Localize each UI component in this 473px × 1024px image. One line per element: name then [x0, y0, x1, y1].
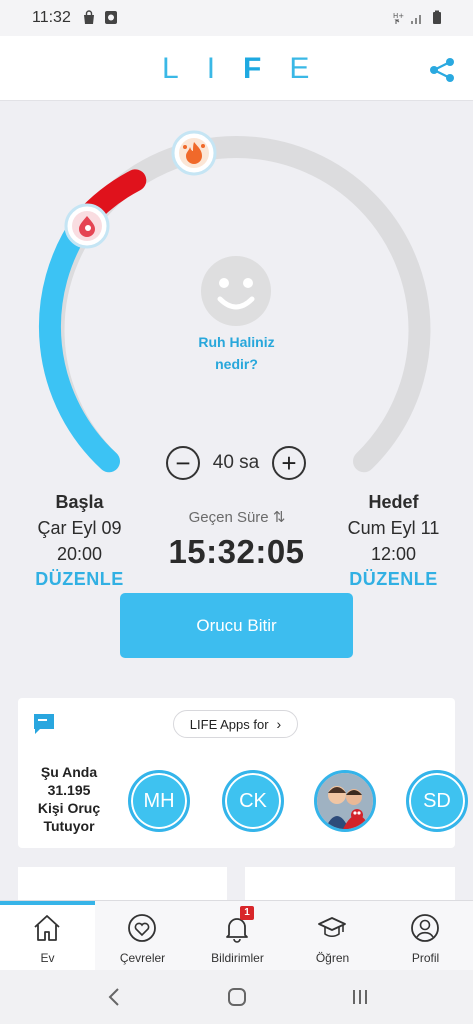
logo-letter-i: I	[206, 52, 244, 85]
elapsed-label-text: Geçen Süre	[188, 509, 269, 526]
mood-prompt-link[interactable]: Ruh Haliniz nedir?	[170, 331, 303, 375]
camera-notification-icon	[104, 10, 118, 30]
data-signal-icon: H+	[393, 10, 407, 30]
edit-goal-button[interactable]: DÜZENLE	[336, 569, 451, 590]
fasting-count-line4: Tutuyor	[43, 818, 95, 834]
edit-start-button[interactable]: DÜZENLE	[22, 569, 137, 590]
fasting-count-text: Şu Anda 31.195 Kişi Oruç Tutuyor	[24, 763, 114, 835]
end-fast-button[interactable]: Orucu Bitir	[120, 593, 353, 658]
fast-duration-stepper: − 40 sa +	[166, 444, 306, 482]
life-apps-button[interactable]: LIFE Apps for ›	[173, 710, 298, 738]
battery-icon	[432, 10, 442, 30]
mood-smiley-icon[interactable]	[200, 255, 272, 327]
status-bar: 11:32 H+	[0, 0, 473, 36]
graduation-cap-icon	[317, 913, 347, 943]
ring-start-marker-icon	[64, 203, 110, 249]
mood-prompt-line1: Ruh Haliniz	[198, 334, 275, 350]
svg-text:H+: H+	[393, 12, 404, 20]
active-tab-indicator	[0, 901, 95, 905]
avatar-photo[interactable]	[314, 770, 376, 832]
ring-flame-marker-icon[interactable]	[171, 130, 217, 176]
start-time: 20:00	[56, 544, 103, 564]
mood-prompt-line2: nedir?	[215, 356, 258, 372]
start-title: Başla	[55, 492, 104, 512]
chevron-right-icon: ›	[276, 716, 282, 732]
tab-home[interactable]: Ev	[0, 901, 95, 971]
fasting-count-line1: Şu Anda	[40, 764, 98, 780]
fasting-count-number: 31.195	[47, 782, 91, 798]
back-icon[interactable]	[106, 987, 122, 1012]
elapsed-label: Geçen Süre ⇅	[167, 508, 307, 526]
shopping-bag-icon	[82, 10, 96, 30]
start-info: Başla Çar Eyl 09 20:00 DÜZENLE	[22, 492, 137, 590]
status-time: 11:32	[32, 9, 71, 26]
decrease-duration-button[interactable]: −	[166, 446, 200, 480]
avatar[interactable]: CK	[222, 770, 284, 832]
life-apps-label: LIFE Apps for	[189, 716, 269, 732]
logo-letter-f: F	[243, 52, 290, 85]
tab-label: Ev	[40, 951, 55, 965]
share-icon[interactable]	[426, 56, 458, 84]
fast-duration-value: 40 sa	[212, 452, 260, 473]
tab-label: Çevreler	[119, 951, 166, 965]
start-date: Çar Eyl 09	[37, 518, 122, 538]
tab-learn[interactable]: Öğren	[285, 901, 380, 971]
logo-letter-e: E	[289, 52, 338, 85]
tab-profile[interactable]: Profil	[378, 901, 473, 971]
user-icon	[410, 913, 440, 943]
home-icon	[32, 913, 62, 943]
goal-time: 12:00	[370, 544, 417, 564]
increase-duration-button[interactable]: +	[271, 446, 306, 480]
avatar[interactable]: MH	[128, 770, 190, 832]
chat-bubble-icon[interactable]	[32, 712, 56, 736]
system-navigation-bar	[0, 970, 473, 1024]
elapsed-time: 15:32:05	[168, 533, 305, 570]
cell-signal-icon	[410, 10, 424, 30]
bottom-tab-bar: Ev Çevreler 1 Bildirimler Öğren Profil	[0, 900, 473, 971]
community-card: LIFE Apps for › Şu Anda 31.195 Kişi Oruç…	[18, 698, 468, 848]
goal-info: Hedef Cum Eyl 11 12:00 DÜZENLE	[336, 492, 451, 590]
tab-label: Öğren	[315, 951, 350, 965]
swap-arrows-icon[interactable]: ⇅	[273, 509, 286, 526]
app-logo: LIFE	[162, 52, 337, 86]
tab-label: Profil	[411, 951, 440, 965]
heart-circle-icon	[127, 913, 157, 943]
tab-label: Bildirimler	[211, 951, 264, 965]
goal-date: Cum Eyl 11	[347, 518, 440, 538]
notification-badge: 1	[240, 906, 254, 920]
tab-circles[interactable]: Çevreler	[95, 901, 190, 971]
recents-icon[interactable]	[350, 987, 370, 1012]
tab-notifications[interactable]: 1 Bildirimler	[190, 901, 285, 971]
home-nav-icon[interactable]	[227, 987, 247, 1012]
fasting-count-line3: Kişi Oruç	[37, 800, 101, 816]
logo-letter-l: L	[162, 52, 207, 85]
app-header: LIFE	[0, 36, 473, 101]
goal-title: Hedef	[368, 492, 419, 512]
avatar[interactable]: SD	[406, 770, 468, 832]
